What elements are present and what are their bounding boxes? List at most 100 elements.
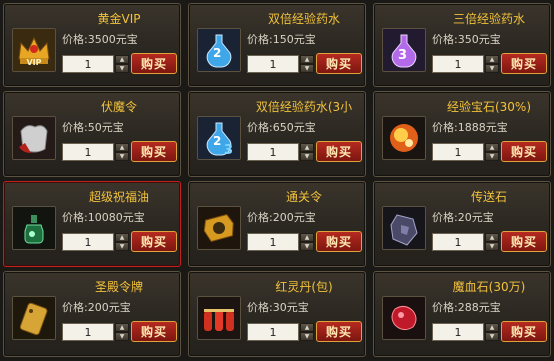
buy-button[interactable]: 购买 [316, 231, 362, 252]
shop-item-card[interactable]: 传送石价格:20元宝 ▲▼购买 [373, 181, 551, 267]
decrement-arrow-icon[interactable]: ▼ [115, 64, 129, 73]
double-exp-potion-3h-icon[interactable]: 2 3 [197, 116, 241, 160]
item-name: 伏魔令 [100, 100, 137, 114]
decrement-arrow-icon[interactable]: ▼ [300, 152, 314, 161]
item-price: 价格:30元宝 [247, 299, 309, 315]
increment-arrow-icon[interactable]: ▲ [485, 55, 499, 64]
shop-grid: VIP 黄金VIP价格:3500元宝▲▼购买 2 双倍经验药水价格:150元宝▲… [3, 3, 551, 359]
svg-text:3: 3 [224, 143, 233, 158]
golden-crown-icon[interactable]: VIP [12, 28, 56, 72]
increment-arrow-icon[interactable]: ▲ [115, 143, 129, 152]
increment-arrow-icon[interactable]: ▲ [300, 323, 314, 332]
price-value: 200元宝 [87, 301, 131, 314]
buy-button[interactable]: 购买 [316, 53, 362, 74]
quantity-stepper[interactable]: ▲ ▼ [115, 55, 129, 73]
quantity-input[interactable] [247, 323, 299, 341]
price-prefix: 价格: [62, 33, 88, 46]
increment-arrow-icon[interactable]: ▲ [485, 143, 499, 152]
increment-arrow-icon[interactable]: ▲ [300, 143, 314, 152]
increment-arrow-icon[interactable]: ▲ [485, 233, 499, 242]
quantity-input[interactable] [247, 233, 299, 251]
quantity-input[interactable] [247, 55, 299, 73]
shop-item-card[interactable]: 红灵丹(包)价格:30元宝▲▼购买 [188, 271, 366, 357]
shop-item-card[interactable]: 经验宝石(30%) 价格:1888元宝 ▲▼购买 [373, 91, 551, 177]
buy-button[interactable]: 购买 [316, 141, 362, 162]
increment-arrow-icon[interactable]: ▲ [485, 323, 499, 332]
decrement-arrow-icon[interactable]: ▼ [485, 332, 499, 341]
triple-exp-potion-icon[interactable]: 3 [382, 28, 426, 72]
quantity-input[interactable] [432, 233, 484, 251]
quantity-input[interactable] [62, 55, 114, 73]
decrement-arrow-icon[interactable]: ▼ [300, 242, 314, 251]
decrement-arrow-icon[interactable]: ▼ [115, 332, 129, 341]
shop-item-card[interactable]: 3 三倍经验药水价格:350元宝 ▲▼购买 [373, 3, 551, 87]
shop-item-card[interactable]: 通关令价格:200元宝 ▲▼购买 [188, 181, 366, 267]
item-price: 价格:350元宝 [432, 31, 501, 47]
svg-text:2: 2 [213, 46, 221, 60]
quantity-input[interactable] [247, 143, 299, 161]
quantity-stepper[interactable]: ▲ ▼ [485, 323, 499, 341]
decrement-arrow-icon[interactable]: ▼ [115, 152, 129, 161]
price-prefix: 价格: [432, 301, 458, 314]
buy-button[interactable]: 购买 [501, 321, 547, 342]
quantity-stepper[interactable]: ▲ ▼ [300, 55, 314, 73]
shop-item-card[interactable]: 圣殿令牌价格:200元宝 ▲▼购买 [3, 271, 181, 357]
quantity-stepper[interactable]: ▲ ▼ [300, 143, 314, 161]
increment-arrow-icon[interactable]: ▲ [300, 55, 314, 64]
item-name: 双倍经验药水 [267, 12, 340, 26]
item-name: 黄金VIP [97, 12, 141, 26]
item-name: 经验宝石(30%) [446, 100, 532, 114]
quantity-stepper[interactable]: ▲ ▼ [485, 143, 499, 161]
buy-button[interactable]: 购买 [131, 231, 177, 252]
quantity-input[interactable] [62, 233, 114, 251]
increment-arrow-icon[interactable]: ▲ [300, 233, 314, 242]
shop-item-card[interactable]: 魔血石(30万) 价格:288元宝 ▲▼购买 [373, 271, 551, 357]
quantity-stepper[interactable]: ▲ ▼ [115, 143, 129, 161]
decrement-arrow-icon[interactable]: ▼ [485, 152, 499, 161]
blessing-oil-bottle-icon[interactable] [12, 206, 56, 250]
shop-item-card[interactable]: 2 3 双倍经验药水(3小价格:650元宝 ▲▼购买 [188, 91, 366, 177]
quantity-input[interactable] [62, 143, 114, 161]
demon-token-bag-icon[interactable] [12, 116, 56, 160]
decrement-arrow-icon[interactable]: ▼ [485, 242, 499, 251]
shop-item-card[interactable]: VIP 黄金VIP 价格:3500元宝 ▲▼购买 [3, 3, 181, 87]
clearance-token-icon[interactable] [197, 206, 241, 250]
buy-button[interactable]: 购买 [131, 53, 177, 74]
double-exp-potion-icon[interactable]: 2 [197, 28, 241, 72]
quantity-stepper[interactable]: ▲ ▼ [115, 233, 129, 251]
decrement-arrow-icon[interactable]: ▼ [300, 64, 314, 73]
exp-gem-icon[interactable] [382, 116, 426, 160]
decrement-arrow-icon[interactable]: ▼ [115, 242, 129, 251]
buy-button[interactable]: 购买 [501, 53, 547, 74]
quantity-input[interactable] [432, 323, 484, 341]
temple-token-icon[interactable] [12, 296, 56, 340]
buy-button[interactable]: 购买 [316, 321, 362, 342]
increment-arrow-icon[interactable]: ▲ [115, 323, 129, 332]
quantity-stepper[interactable]: ▲ ▼ [300, 233, 314, 251]
quantity-stepper[interactable]: ▲ ▼ [115, 323, 129, 341]
quantity-stepper[interactable]: ▲ ▼ [300, 323, 314, 341]
shop-item-card[interactable]: 伏魔令价格:50元宝 ▲▼购买 [3, 91, 181, 177]
quantity-stepper[interactable]: ▲ ▼ [485, 233, 499, 251]
item-price: 价格:288元宝 [432, 299, 501, 315]
quantity-stepper[interactable]: ▲ ▼ [485, 55, 499, 73]
buy-button[interactable]: 购买 [501, 141, 547, 162]
price-prefix: 价格: [247, 211, 273, 224]
item-price: 价格:150元宝 [247, 31, 316, 47]
blood-stone-icon[interactable] [382, 296, 426, 340]
quantity-input[interactable] [62, 323, 114, 341]
increment-arrow-icon[interactable]: ▲ [115, 55, 129, 64]
buy-button[interactable]: 购买 [131, 141, 177, 162]
shop-item-card[interactable]: 2 双倍经验药水价格:150元宝 ▲▼购买 [188, 3, 366, 87]
red-pills-icon[interactable] [197, 296, 241, 340]
teleport-stone-icon[interactable] [382, 206, 426, 250]
decrement-arrow-icon[interactable]: ▼ [485, 64, 499, 73]
buy-button[interactable]: 购买 [501, 231, 547, 252]
item-price: 价格:50元宝 [62, 119, 124, 135]
quantity-input[interactable] [432, 143, 484, 161]
quantity-input[interactable] [432, 55, 484, 73]
decrement-arrow-icon[interactable]: ▼ [300, 332, 314, 341]
increment-arrow-icon[interactable]: ▲ [115, 233, 129, 242]
shop-item-card[interactable]: 超级祝福油价格:10080元宝 ▲▼购买 [3, 181, 181, 267]
buy-button[interactable]: 购买 [131, 321, 177, 342]
